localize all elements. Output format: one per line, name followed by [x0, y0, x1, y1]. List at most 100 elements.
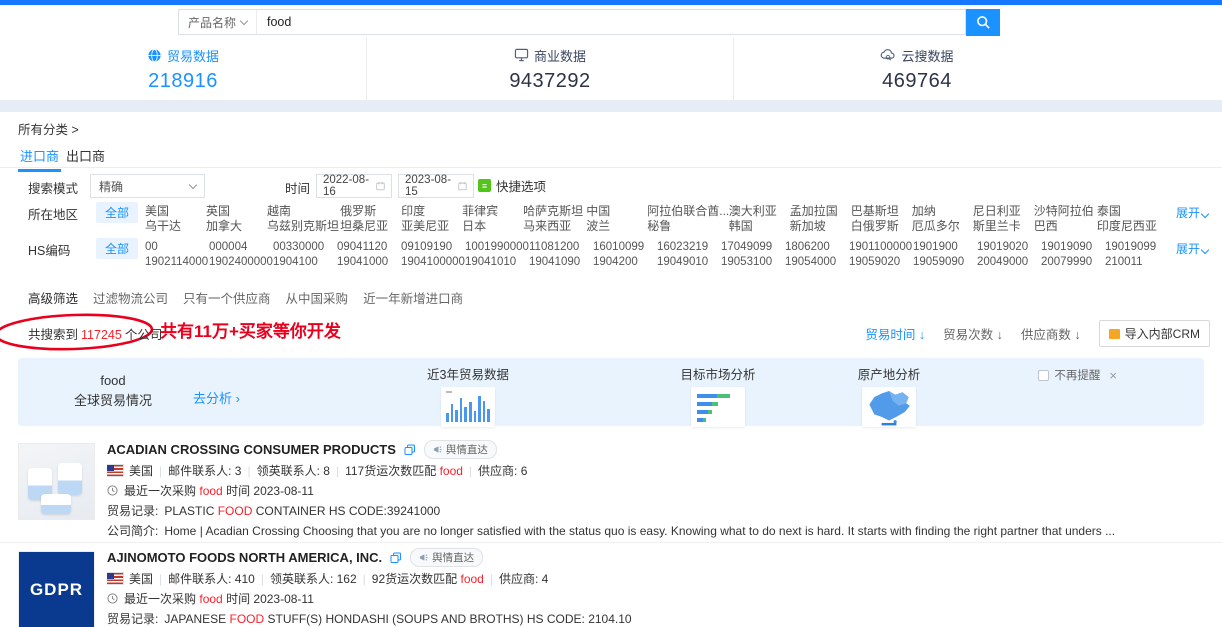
dismiss-checkbox[interactable] — [1038, 370, 1049, 381]
hs-all-chip[interactable]: 全部 — [96, 238, 138, 259]
hs-code-option[interactable]: 1901900 — [913, 240, 969, 255]
copy-icon[interactable] — [404, 444, 416, 456]
region-option[interactable]: 巴西 — [1034, 219, 1084, 234]
hs-code-option[interactable]: 1904100000 — [401, 255, 457, 270]
quick-options-button[interactable]: ≡ 快捷选项 — [478, 176, 546, 195]
region-option[interactable]: 秘鲁 — [647, 219, 716, 234]
sort-trade-time[interactable]: 贸易时间 ↓ — [865, 324, 925, 343]
region-option[interactable]: 韩国 — [729, 219, 777, 234]
hs-code-option[interactable]: 19019099 — [1105, 240, 1160, 255]
region-option[interactable]: 日本 — [462, 219, 510, 234]
hs-code-option[interactable]: 1806200 — [785, 240, 841, 255]
region-option[interactable]: 中国 — [586, 204, 634, 219]
hs-code-option[interactable]: 19049010 — [657, 255, 713, 270]
date-from-input[interactable]: 2022-08-16 — [316, 174, 392, 198]
stat-trade-data[interactable]: 贸易数据 218916 — [0, 38, 366, 100]
region-option[interactable]: 坦桑尼亚 — [340, 219, 388, 234]
region-option[interactable]: 印度 — [401, 204, 449, 219]
hs-code-option[interactable]: 19041010 — [465, 255, 521, 270]
region-option[interactable]: 马来西亚 — [523, 219, 573, 234]
hs-code-option[interactable]: 1901100000 — [849, 240, 905, 255]
hs-code-option[interactable]: 1001990000 — [465, 240, 521, 255]
region-option[interactable]: 俄罗斯 — [340, 204, 388, 219]
region-option[interactable]: 美国 — [145, 204, 193, 219]
hs-code-option[interactable]: 19019090 — [1041, 240, 1097, 255]
hs-code-option[interactable]: 20049000 — [977, 255, 1033, 270]
hs-code-option[interactable]: 1904200 — [593, 255, 649, 270]
hs-code-option[interactable]: 19059020 — [849, 255, 905, 270]
hs-code-option[interactable]: 1902400000 — [209, 255, 265, 270]
hs-code-option[interactable]: 1904100 — [273, 255, 329, 270]
hs-code-option[interactable]: 19054000 — [785, 255, 841, 270]
hs-code-option[interactable]: 16023219 — [657, 240, 713, 255]
hs-code-option[interactable]: 19019020 — [977, 240, 1033, 255]
hs-code-option[interactable]: 20079990 — [1041, 255, 1097, 270]
hs-code-option[interactable]: 19059090 — [913, 255, 969, 270]
region-option[interactable]: 孟加拉国 — [790, 204, 838, 219]
hs-code-option[interactable]: 19053100 — [721, 255, 777, 270]
region-all-chip[interactable]: 全部 — [96, 202, 138, 223]
hs-code-option[interactable]: 19041000 — [337, 255, 393, 270]
region-option[interactable]: 阿拉伯联合酋... — [647, 204, 716, 219]
region-option[interactable]: 菲律宾 — [462, 204, 510, 219]
region-option[interactable]: 巴基斯坦 — [851, 204, 899, 219]
thumb-trade-data[interactable]: 近3年贸易数据 — [413, 364, 523, 427]
hs-code-option[interactable]: 09041120 — [337, 240, 393, 255]
import-crm-button[interactable]: 导入内部CRM — [1099, 320, 1210, 347]
region-option[interactable]: 斯里兰卡 — [973, 219, 1021, 234]
region-option[interactable]: 新加坡 — [790, 219, 838, 234]
search-category-dropdown[interactable]: 产品名称 — [179, 10, 257, 34]
region-option[interactable]: 乌干达 — [145, 219, 193, 234]
close-icon[interactable]: × — [1109, 368, 1117, 383]
hs-code-option[interactable]: 210011 — [1105, 255, 1160, 270]
hs-code-option[interactable]: 17049099 — [721, 240, 777, 255]
region-option[interactable]: 亚美尼亚 — [401, 219, 449, 234]
date-to-input[interactable]: 2023-08-15 — [398, 174, 474, 198]
region-option[interactable]: 沙特阿拉伯 — [1034, 204, 1084, 219]
hs-code-option[interactable]: 09109190 — [401, 240, 457, 255]
company-logo-photo[interactable] — [18, 443, 95, 520]
company-logo-gdpr[interactable]: GDPR — [18, 551, 95, 627]
search-mode-select[interactable]: 精确 — [90, 174, 205, 198]
region-expand-link[interactable]: 展开 — [1176, 204, 1208, 221]
advanced-filter[interactable]: 从中国采购 — [286, 288, 349, 307]
breadcrumb[interactable]: 所有分类 > — [18, 119, 79, 138]
region-option[interactable]: 哈萨克斯坦 — [523, 204, 573, 219]
hs-code-option[interactable]: 00 — [145, 240, 201, 255]
advanced-filter[interactable]: 近一年新增进口商 — [363, 288, 463, 307]
thumb-target-market[interactable]: 目标市场分析 — [663, 364, 773, 427]
hs-code-option[interactable]: 19041090 — [529, 255, 585, 270]
advanced-filter[interactable]: 过滤物流公司 — [93, 288, 168, 307]
hs-code-option[interactable]: 000004 — [209, 240, 265, 255]
search-button[interactable] — [966, 9, 1000, 36]
stat-business-data[interactable]: 商业数据 9437292 — [366, 38, 733, 100]
hs-code-option[interactable]: 00330000 — [273, 240, 329, 255]
company-name[interactable]: ACADIAN CROSSING CONSUMER PRODUCTS — [107, 442, 396, 457]
sentiment-direct-tag[interactable]: 舆情直达 — [410, 548, 483, 567]
advanced-filter[interactable]: 只有一个供应商 — [183, 288, 271, 307]
region-option[interactable]: 乌兹别克斯坦 — [267, 219, 327, 234]
hs-expand-link[interactable]: 展开 — [1176, 240, 1208, 257]
region-option[interactable]: 英国 — [206, 204, 254, 219]
stat-cloud-search-data[interactable]: 云搜数据 469764 — [733, 38, 1100, 100]
sort-supplier-count[interactable]: 供应商数 ↓ — [1021, 324, 1081, 343]
copy-icon[interactable] — [390, 552, 402, 564]
region-option[interactable]: 泰国 — [1097, 204, 1147, 219]
tab-importers[interactable]: 进口商 — [18, 142, 61, 169]
region-option[interactable]: 加拿大 — [206, 219, 254, 234]
hs-code-option[interactable]: 11081200 — [529, 240, 585, 255]
hs-code-option[interactable]: 1902114000 — [145, 255, 201, 270]
region-option[interactable]: 尼日利亚 — [973, 204, 1021, 219]
hs-code-option[interactable]: 16010099 — [593, 240, 649, 255]
tab-exporters[interactable]: 出口商 — [64, 142, 107, 169]
company-name[interactable]: AJINOMOTO FOODS NORTH AMERICA, INC. — [107, 550, 382, 565]
region-option[interactable]: 加纳 — [912, 204, 960, 219]
region-option[interactable]: 白俄罗斯 — [851, 219, 899, 234]
sentiment-direct-tag[interactable]: 舆情直达 — [424, 440, 497, 459]
go-analyze-link[interactable]: 去分析 › — [193, 388, 240, 407]
sort-trade-count[interactable]: 贸易次数 ↓ — [943, 324, 1003, 343]
advanced-filter[interactable]: 高级筛选 — [28, 288, 78, 307]
search-input[interactable] — [257, 10, 965, 34]
region-option[interactable]: 波兰 — [586, 219, 634, 234]
region-option[interactable]: 澳大利亚 — [729, 204, 777, 219]
